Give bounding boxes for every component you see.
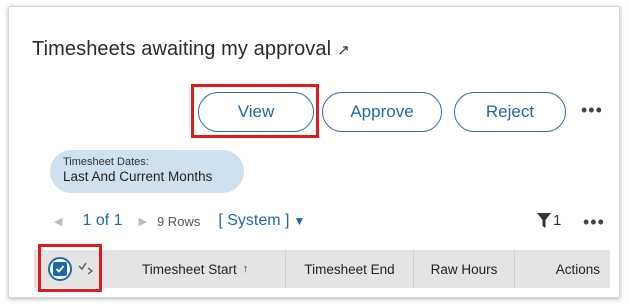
column-header-timesheet-end[interactable]: Timesheet End (286, 250, 414, 288)
column-header-label: Actions (555, 261, 600, 277)
row-count: 9 Rows (156, 213, 201, 229)
filter-chip-value: Last And Current Months (63, 169, 213, 184)
filter-chip[interactable]: Timesheet Dates: Last And Current Months (50, 150, 244, 193)
filter-button[interactable]: 1 (537, 212, 561, 229)
view-button-highlight (191, 84, 319, 138)
filter-count: 1 (553, 212, 562, 229)
column-header-timesheet-start[interactable]: Timesheet Start ↑ (100, 250, 286, 288)
column-header-actions[interactable]: Actions (515, 250, 610, 288)
sort-ascending-icon: ↑ (242, 263, 249, 275)
more-horizontal-icon[interactable]: ••• (581, 100, 603, 121)
column-header-label: Timesheet Start (142, 261, 237, 277)
table-header: Timesheet Start ↑ Timesheet End Raw Hour… (34, 250, 610, 288)
view-selector[interactable]: [ System ] (218, 212, 289, 230)
more-horizontal-icon[interactable]: ••• (583, 212, 605, 233)
filter-icon (537, 212, 551, 228)
select-all-highlight (38, 244, 102, 292)
column-header-label: Raw Hours (430, 261, 498, 277)
widget-title-text[interactable]: Timesheets awaiting my approval (32, 38, 331, 61)
filter-chip-label: Timesheet Dates: (63, 156, 149, 168)
column-header-label: Timesheet End (304, 261, 395, 277)
chevron-down-icon[interactable]: ▼ (293, 214, 305, 228)
approve-button[interactable]: Approve (322, 92, 442, 132)
column-header-raw-hours[interactable]: Raw Hours (414, 250, 515, 288)
reject-button[interactable]: Reject (454, 92, 566, 132)
external-arrow-icon[interactable]: ↗ (337, 41, 350, 59)
pager: ◀ 1 of 1 ▶ 9 Rows [ System ] ▼ (54, 212, 305, 230)
widget-title[interactable]: Timesheets awaiting my approval ↗ (32, 38, 350, 61)
page-indicator: 1 of 1 (82, 212, 123, 229)
next-page-icon[interactable]: ▶ (139, 215, 147, 228)
previous-page-icon[interactable]: ◀ (54, 215, 62, 228)
